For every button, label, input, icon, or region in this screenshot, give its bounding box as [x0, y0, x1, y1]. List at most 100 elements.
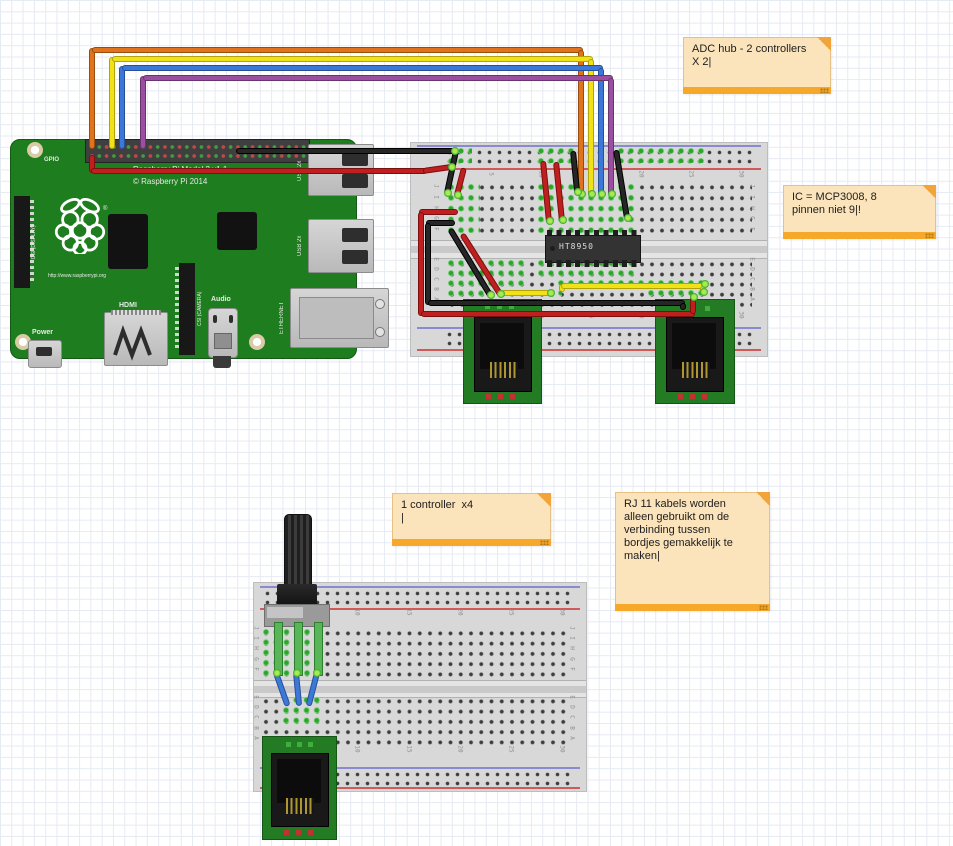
note-resize-bar	[783, 232, 936, 239]
csi-connector	[179, 263, 195, 355]
note-text[interactable]: ADC hub - 2 controllers X 2|	[692, 43, 822, 69]
connection-dot	[598, 190, 606, 198]
row-letter: G	[569, 657, 576, 661]
connection-dot	[690, 293, 698, 301]
potentiometer-shaft[interactable]	[284, 514, 312, 588]
resize-grip-icon[interactable]	[759, 605, 768, 610]
hdmi-label: HDMI	[119, 302, 137, 309]
col-number: 25	[508, 608, 515, 615]
connection-dot	[497, 290, 505, 298]
rj11-jack	[474, 317, 532, 392]
row-letter: D	[253, 705, 260, 709]
sticky-note-rj11[interactable]: RJ 11 kabels worden alleen gebruikt om d…	[615, 492, 770, 611]
ic-chip[interactable]: HT8950	[545, 229, 639, 267]
wire-purple[interactable]	[140, 76, 146, 149]
connection-dot	[273, 669, 281, 677]
audio-jack	[208, 308, 238, 358]
rj11-jack	[271, 753, 329, 827]
connection-dot	[487, 291, 495, 299]
wire-red[interactable]	[91, 168, 427, 174]
wire-blue[interactable]	[598, 68, 604, 196]
row-letter: G	[253, 657, 260, 661]
power-label: Power	[32, 329, 53, 336]
col-number: 25	[688, 170, 695, 177]
sticky-note-ic[interactable]: IC = MCP3008, 8 pinnen niet 9|!	[783, 185, 936, 239]
dsi-connector	[14, 196, 30, 288]
wire-red[interactable]	[419, 209, 458, 215]
note-resize-bar	[392, 539, 551, 546]
wire-purple[interactable]	[143, 75, 613, 81]
connection-dot	[293, 669, 301, 677]
wire-yellow[interactable]	[109, 57, 115, 149]
wire-red[interactable]	[421, 311, 695, 317]
row-letter: B	[433, 287, 440, 291]
col-number: 10	[354, 608, 361, 615]
connection-dot	[313, 669, 321, 677]
note-resize-bar	[615, 604, 770, 611]
connection-dot	[546, 217, 554, 225]
row-letter: E	[433, 257, 440, 261]
csi-label: CSI (CAMERA)	[197, 263, 203, 355]
wire-orange[interactable]	[92, 47, 583, 53]
note-text[interactable]: IC = MCP3008, 8 pinnen niet 9|!	[792, 191, 927, 217]
wire-black[interactable]	[425, 223, 431, 305]
note-text[interactable]: 1 controller x4 |	[401, 499, 542, 525]
resize-grip-icon[interactable]	[540, 540, 549, 545]
note-text[interactable]: RJ 11 kabels worden alleen gebruikt om d…	[624, 498, 761, 563]
row-letter: A	[569, 736, 576, 740]
rj11-jack	[666, 317, 724, 392]
row-letter: B	[569, 726, 576, 730]
audio-jack-barrel	[213, 356, 231, 368]
resize-grip-icon[interactable]	[925, 233, 934, 238]
wire-blue[interactable]	[122, 65, 603, 71]
connection-dot	[624, 214, 632, 222]
sticky-note-controller[interactable]: 1 controller x4 |	[392, 493, 551, 546]
ic-label: HT8950	[559, 242, 594, 251]
wire-red[interactable]	[418, 212, 424, 316]
row-letter: B	[253, 726, 260, 730]
wire-orange[interactable]	[578, 50, 584, 196]
fritzing-canvas[interactable]: { "notes": [ {"text": "ADC hub - 2 contr…	[0, 0, 953, 846]
potentiometer-leg	[314, 622, 323, 676]
row-letter: J	[253, 626, 260, 630]
row-letter: A	[253, 736, 260, 740]
row-letter: I	[569, 636, 576, 640]
col-number: 15	[405, 745, 412, 752]
rj11-breakout-bottom[interactable]	[262, 736, 337, 840]
resize-grip-icon[interactable]	[820, 88, 829, 93]
wire-black[interactable]	[236, 148, 456, 154]
row-letter: E	[569, 695, 576, 699]
usb-port-bottom	[308, 219, 374, 273]
row-letter: D	[749, 267, 756, 271]
row-letter: A	[749, 297, 756, 301]
wire-yellow[interactable]	[112, 56, 593, 62]
row-letter: H	[749, 206, 756, 210]
row-letter: H	[569, 646, 576, 650]
wire-yellow[interactable]	[561, 283, 705, 289]
connection-dot	[559, 216, 567, 224]
connection-dot	[448, 163, 456, 171]
wire-blue[interactable]	[119, 66, 125, 149]
wire-yellow[interactable]	[501, 290, 552, 296]
connected-holes	[636, 146, 706, 163]
row-letter: D	[433, 267, 440, 271]
row-letter: J	[433, 184, 440, 188]
sticky-note-adc-hub[interactable]: ADC hub - 2 controllers X 2|	[683, 37, 831, 94]
col-number: 5	[488, 172, 495, 176]
row-letter: D	[569, 705, 576, 709]
wire-black[interactable]	[680, 303, 686, 310]
wire-orange[interactable]	[89, 48, 95, 149]
col-number: 20	[456, 745, 463, 752]
row-letter: F	[569, 667, 576, 671]
wire-black[interactable]	[428, 300, 685, 306]
connected-holes	[536, 146, 636, 163]
connection-dot	[444, 189, 452, 197]
soc-chip	[108, 214, 148, 269]
connection-dot	[547, 289, 555, 297]
mounting-hole	[249, 334, 265, 350]
mounting-hole	[27, 142, 43, 158]
col-number: 30	[738, 170, 745, 177]
hdmi-port	[104, 312, 168, 366]
wire-purple[interactable]	[608, 78, 614, 196]
usb-controller-chip	[217, 212, 257, 250]
